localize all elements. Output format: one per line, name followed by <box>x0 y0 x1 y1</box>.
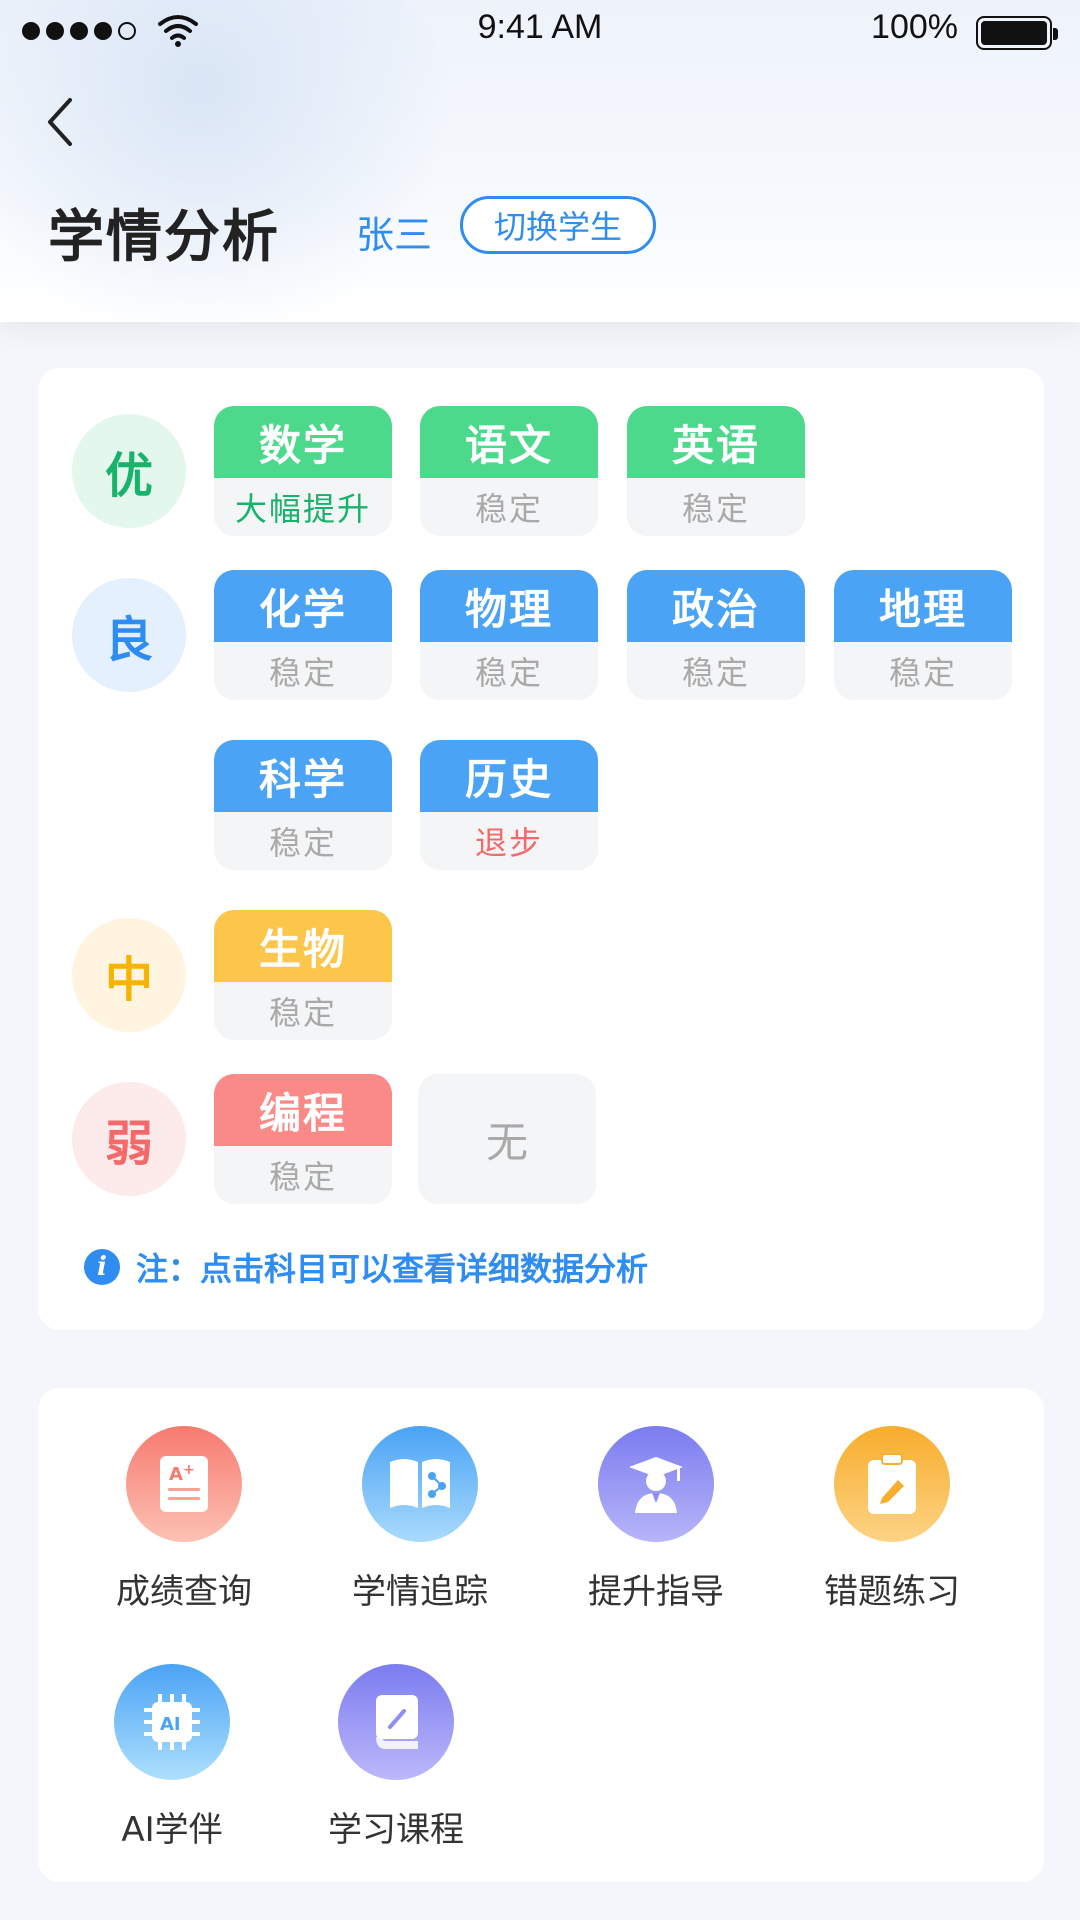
svg-text:+: + <box>183 1462 195 1478</box>
page-title: 学情分析 <box>48 205 280 270</box>
subject-status: 大幅提升 <box>234 490 371 528</box>
subject-card-biology[interactable]: 生物 稳定 <box>214 910 392 1040</box>
ai-chip-icon: AI <box>114 1664 230 1780</box>
tool-mistake-practice[interactable]: 错题练习 <box>792 1426 992 1613</box>
subject-name: 科学 <box>214 740 392 812</box>
svg-text:AI: AI <box>160 1714 181 1735</box>
subject-card-chinese[interactable]: 语文 稳定 <box>420 406 598 536</box>
subject-status: 退步 <box>474 824 543 862</box>
tools-card: A + 成绩查询 学情追踪 提升指导 错题练习 AI AI学伴 学习课程 <box>38 1388 1044 1882</box>
subject-card-geography[interactable]: 地理 稳定 <box>834 570 1012 700</box>
subject-name: 政治 <box>627 570 805 642</box>
subject-card-chemistry[interactable]: 化学 稳定 <box>214 570 392 700</box>
subject-name: 历史 <box>420 740 598 812</box>
subject-card-history[interactable]: 历史 退步 <box>420 740 598 870</box>
subject-status: 稳定 <box>681 654 750 692</box>
subject-status: 稳定 <box>681 490 750 528</box>
subject-status: 稳定 <box>268 994 337 1032</box>
subject-status: 稳定 <box>268 654 337 692</box>
back-arrow-icon[interactable] <box>40 92 80 152</box>
book-icon <box>338 1664 454 1780</box>
subject-name: 地理 <box>834 570 1012 642</box>
battery-icon <box>976 16 1058 50</box>
student-name: 张三 <box>356 213 433 257</box>
subject-card-politics[interactable]: 政治 稳定 <box>627 570 805 700</box>
svg-text:A: A <box>169 1464 183 1485</box>
subject-status: 稳定 <box>268 1158 337 1196</box>
subject-card-math[interactable]: 数学 大幅提升 <box>214 406 392 536</box>
status-bar: 9:41 AM 100% <box>0 0 1080 60</box>
level-good: 良 <box>72 578 186 692</box>
level-weak: 弱 <box>72 1082 186 1196</box>
none-label: 无 <box>485 1117 528 1167</box>
tool-label: 错题练习 <box>824 1572 960 1612</box>
subject-card-physics[interactable]: 物理 稳定 <box>420 570 598 700</box>
subject-card-english[interactable]: 英语 稳定 <box>627 406 805 536</box>
subject-name: 数学 <box>214 406 392 478</box>
level-medium: 中 <box>72 918 186 1032</box>
battery-percent: 100% <box>871 8 958 46</box>
subject-status: 稳定 <box>474 654 543 692</box>
tool-improve-guide[interactable]: 提升指导 <box>556 1426 756 1613</box>
open-book-icon <box>362 1426 478 1542</box>
tool-label: AI学伴 <box>121 1810 223 1850</box>
tool-label: 提升指导 <box>588 1572 724 1612</box>
subject-status: 稳定 <box>474 490 543 528</box>
subject-card-none: 无 <box>418 1074 596 1204</box>
subject-name: 英语 <box>627 406 805 478</box>
hint-note: i 注：点击科目可以查看详细数据分析 <box>84 1244 648 1290</box>
clipboard-edit-icon <box>834 1426 950 1542</box>
graduate-icon <box>598 1426 714 1542</box>
subject-name: 语文 <box>420 406 598 478</box>
subject-status: 稳定 <box>268 824 337 862</box>
tool-label: 学情追踪 <box>352 1572 488 1612</box>
subject-card-programming[interactable]: 编程 稳定 <box>214 1074 392 1204</box>
report-card-icon: A + <box>126 1426 242 1542</box>
tool-label: 成绩查询 <box>116 1572 252 1612</box>
header: 9:41 AM 100% 学情分析 张三 切换学生 <box>0 0 1080 322</box>
subject-name: 物理 <box>420 570 598 642</box>
subject-name: 生物 <box>214 910 392 982</box>
tool-score-query[interactable]: A + 成绩查询 <box>84 1426 284 1613</box>
subject-name: 编程 <box>214 1074 392 1146</box>
subject-card-science[interactable]: 科学 稳定 <box>214 740 392 870</box>
tool-ai-companion[interactable]: AI AI学伴 <box>72 1664 272 1851</box>
tool-study-course[interactable]: 学习课程 <box>296 1664 496 1851</box>
hint-note-text: 注：点击科目可以查看详细数据分析 <box>136 1250 649 1288</box>
tool-learning-tracking[interactable]: 学情追踪 <box>320 1426 520 1613</box>
subject-name: 化学 <box>214 570 392 642</box>
switch-student-button[interactable]: 切换学生 <box>460 196 656 254</box>
subject-status: 稳定 <box>888 654 957 692</box>
level-excellent: 优 <box>72 414 186 528</box>
info-icon: i <box>84 1249 120 1285</box>
subject-grades-card: 优 良 中 弱 数学 大幅提升 语文 稳定 英语 稳定 化学 稳定 物理 稳定 … <box>38 368 1044 1330</box>
tool-label: 学习课程 <box>328 1810 464 1850</box>
